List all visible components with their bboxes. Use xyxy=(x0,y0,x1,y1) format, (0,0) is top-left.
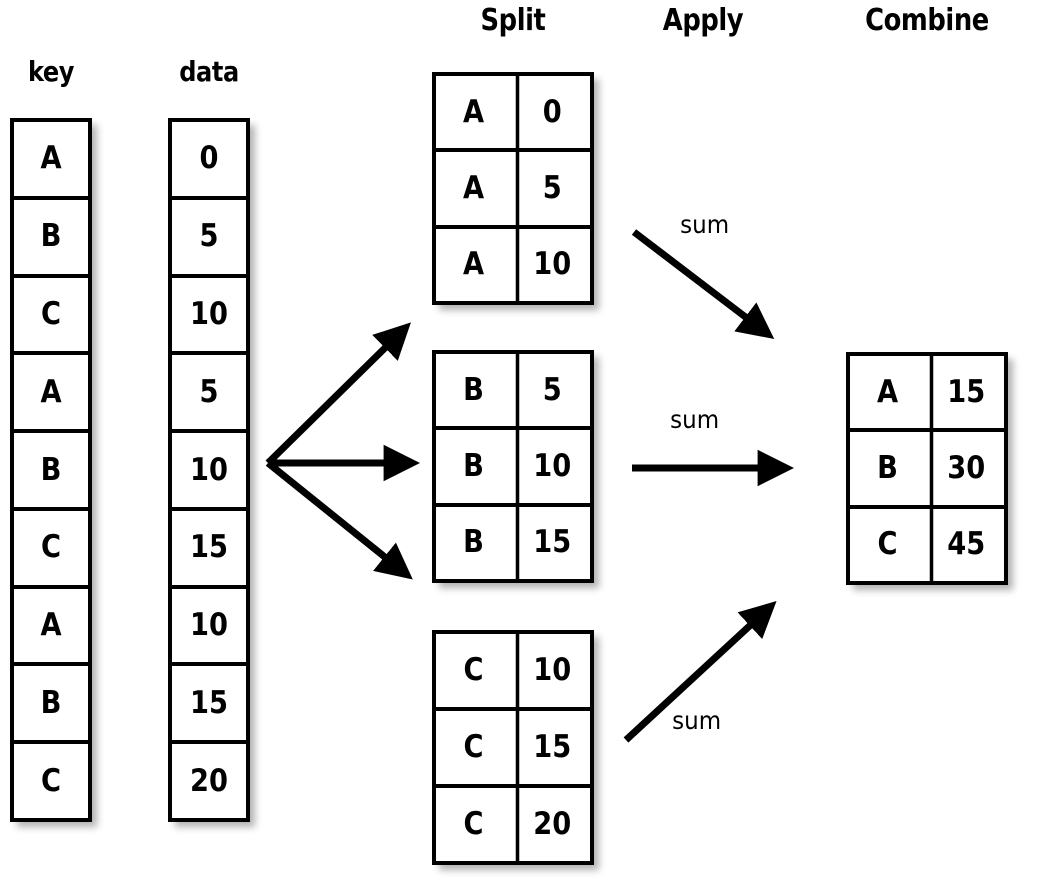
split-arrow-up xyxy=(265,322,411,466)
table-row: B 5 xyxy=(436,354,590,431)
table-row: 20 xyxy=(172,744,246,818)
table-row: A xyxy=(14,355,88,434)
table-row: B 30 xyxy=(850,432,1004,509)
key-cell: C xyxy=(463,729,484,765)
data-cell: 5 xyxy=(199,373,219,410)
data-cell: 10 xyxy=(515,430,586,503)
split-group-b-table: B 5 B 10 B 15 xyxy=(432,350,594,583)
table-row: C xyxy=(14,744,88,818)
split-group-c-table: C 10 C 15 C 20 xyxy=(432,630,594,865)
split-group-a-table: A 0 A 5 A 10 xyxy=(432,72,594,305)
key-cell: A xyxy=(876,373,899,410)
table-row: B xyxy=(14,666,88,745)
table-row: C 15 xyxy=(436,711,590,788)
split-section-header: Split xyxy=(480,3,546,38)
key-cell: A xyxy=(462,93,485,130)
table-row: 10 xyxy=(172,589,246,667)
apply-arrow-a xyxy=(631,229,775,339)
table-row: 0 xyxy=(172,122,246,200)
data-cell: 15 xyxy=(929,356,1000,429)
table-row: 5 xyxy=(172,200,246,278)
table-row: 15 xyxy=(172,666,246,745)
table-row: A 5 xyxy=(436,152,590,229)
table-row: A xyxy=(14,589,88,667)
data-cell: 0 xyxy=(515,76,586,149)
key-column-header: key xyxy=(27,55,75,88)
combine-section-header: Combine xyxy=(865,3,989,38)
table-row: C xyxy=(14,511,88,589)
key-cell: B xyxy=(877,449,898,486)
key-cell: C xyxy=(463,652,484,688)
table-row: A 10 xyxy=(436,228,590,301)
data-cell: 15 xyxy=(515,506,586,579)
key-cell: B xyxy=(40,684,62,721)
key-cell: C xyxy=(40,529,62,566)
data-cell: 5 xyxy=(515,354,586,427)
key-cell: A xyxy=(462,246,485,283)
table-row: C xyxy=(14,278,88,356)
table-row: A 0 xyxy=(436,76,590,153)
split-apply-combine-diagram: key data Split Apply Combine A B C A B C… xyxy=(0,0,1038,896)
key-cell: C xyxy=(877,526,898,563)
key-column-table: A B C A B C A B C xyxy=(10,118,92,822)
combine-result-table: A 15 B 30 C 45 xyxy=(846,352,1008,585)
data-column-header: data xyxy=(179,55,239,88)
apply-label-c: sum xyxy=(672,706,722,735)
table-row: 10 xyxy=(172,433,246,511)
key-cell: C xyxy=(463,806,484,842)
data-cell: 5 xyxy=(515,152,586,225)
table-row: C 45 xyxy=(850,508,1004,581)
apply-label-b: sum xyxy=(670,405,720,434)
data-cell: 10 xyxy=(190,607,228,644)
data-cell: 10 xyxy=(190,451,228,488)
data-cell: 5 xyxy=(199,218,219,255)
data-cell: 15 xyxy=(515,711,586,784)
data-cell: 30 xyxy=(929,432,1000,505)
table-row: 15 xyxy=(172,511,246,589)
table-row: A 15 xyxy=(850,356,1004,433)
table-row: B xyxy=(14,433,88,511)
key-cell: C xyxy=(40,295,62,332)
table-row: C 20 xyxy=(436,788,590,861)
data-column-table: 0 5 10 5 10 15 10 15 20 xyxy=(168,118,250,822)
data-cell: 20 xyxy=(190,762,228,799)
table-row: 5 xyxy=(172,355,246,434)
data-cell: 20 xyxy=(515,788,586,861)
table-row: A xyxy=(14,122,88,200)
table-row: C 10 xyxy=(436,634,590,711)
data-cell: 10 xyxy=(515,228,586,301)
key-cell: A xyxy=(40,607,62,644)
data-cell: 45 xyxy=(929,508,1000,581)
data-cell: 15 xyxy=(190,529,228,566)
table-row: B 15 xyxy=(436,506,590,579)
data-cell: 15 xyxy=(190,684,228,721)
key-cell: B xyxy=(463,371,484,408)
key-cell: B xyxy=(40,218,62,255)
table-row: B 10 xyxy=(436,430,590,507)
key-cell: B xyxy=(40,451,62,488)
data-cell: 0 xyxy=(199,140,219,177)
data-cell: 10 xyxy=(190,295,228,332)
key-cell: C xyxy=(40,762,62,799)
table-row: B xyxy=(14,200,88,278)
key-cell: A xyxy=(40,140,62,177)
key-cell: B xyxy=(463,447,484,484)
data-cell: 10 xyxy=(515,634,586,707)
split-arrow-down xyxy=(265,460,413,580)
apply-label-a: sum xyxy=(680,210,730,239)
key-cell: B xyxy=(463,524,484,561)
key-cell: A xyxy=(40,373,62,410)
key-cell: A xyxy=(462,169,485,206)
apply-section-header: Apply xyxy=(662,3,744,38)
table-row: 10 xyxy=(172,278,246,356)
